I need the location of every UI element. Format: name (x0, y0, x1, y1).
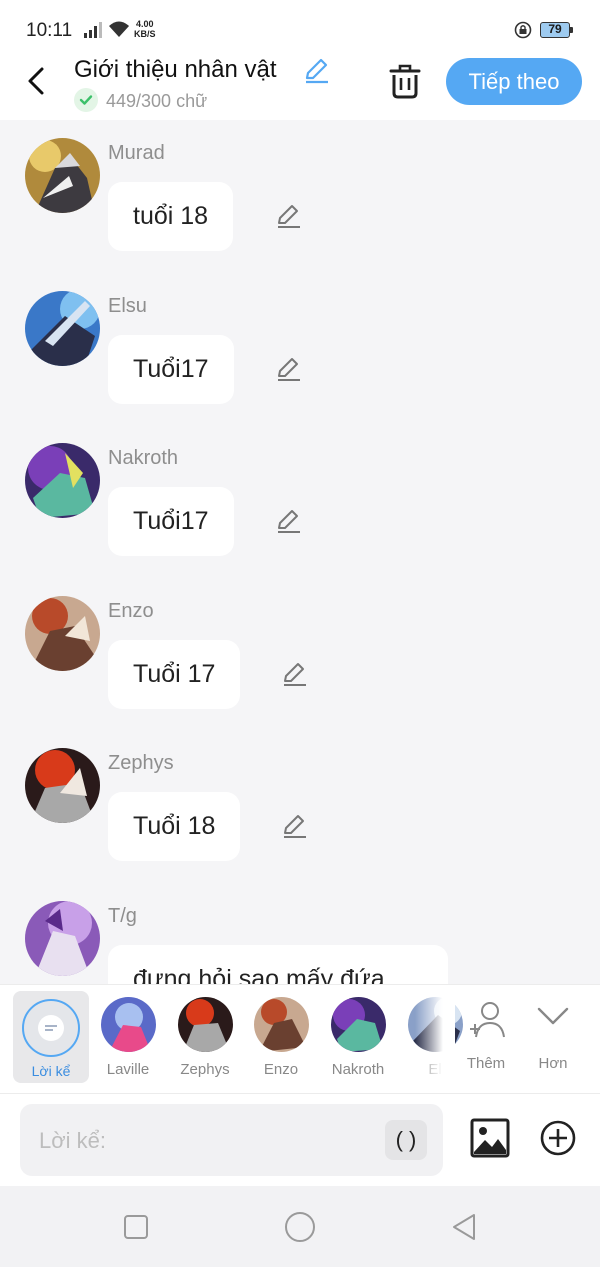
check-icon (74, 88, 98, 112)
message-bubble[interactable]: Tuổi 17 (108, 640, 241, 709)
character-label: Zephys (180, 1061, 230, 1078)
avatar[interactable] (25, 901, 100, 976)
network-speed: 4.00 KB/S (134, 19, 156, 39)
status-time: 10:11 (26, 20, 73, 41)
edit-icon[interactable] (274, 355, 302, 383)
recent-apps-icon[interactable] (124, 1215, 148, 1239)
character-name: Zephys (108, 752, 174, 774)
edit-icon[interactable] (274, 507, 302, 535)
expand-label: Hơn (538, 1055, 568, 1072)
home-icon[interactable] (285, 1212, 315, 1242)
list-item: T/g đựng hỏi sao mấy đứa (0, 883, 600, 984)
page-title: Giới thiệu nhân vật (74, 56, 277, 83)
story-message-list[interactable]: Murad tuổi 18 Elsu Tuổi17 Nakroth Tuổi17… (0, 120, 600, 984)
message-bubble[interactable]: đựng hỏi sao mấy đứa (108, 945, 448, 984)
list-item: Zephys Tuổi 18 (0, 730, 600, 870)
narrator-label: Lời kể (31, 1063, 71, 1079)
rotation-lock-icon (514, 21, 532, 39)
character-option-nakroth[interactable]: Nakroth (323, 997, 393, 1081)
avatar (331, 997, 386, 1052)
list-item: Enzo Tuổi 17 (0, 578, 600, 718)
composer: Lời kể: ( ) (0, 1094, 600, 1186)
next-button[interactable]: Tiếp theo (446, 58, 582, 105)
wifi-icon (109, 21, 129, 37)
avatar[interactable] (25, 748, 100, 823)
character-name: Enzo (108, 600, 154, 622)
edit-icon[interactable] (280, 812, 308, 840)
character-option-zephys[interactable]: Zephys (170, 997, 240, 1081)
list-item: Murad tuổi 18 (0, 120, 600, 260)
character-label: Laville (106, 1061, 150, 1078)
character-selector: Lời kể Laville Zephys Enzo Nakroth El (0, 984, 600, 1094)
message-bubble[interactable]: Tuổi17 (108, 487, 234, 556)
list-item: Elsu Tuổi17 (0, 273, 600, 413)
character-label: Nakroth (331, 1061, 385, 1078)
signal-icon (84, 22, 102, 38)
message-bubble[interactable]: Tuổi 18 (108, 792, 241, 861)
expand-button[interactable]: Hơn (523, 999, 583, 1079)
chevron-down-icon (537, 1007, 569, 1025)
character-name: Nakroth (108, 447, 179, 469)
edit-icon[interactable] (280, 660, 308, 688)
parentheses-button[interactable]: ( ) (385, 1120, 427, 1160)
back-icon[interactable] (22, 64, 52, 98)
character-option-laville[interactable]: Laville (93, 997, 163, 1081)
trash-icon[interactable] (388, 62, 422, 100)
avatar (178, 997, 233, 1052)
battery-indicator: 79 (540, 22, 573, 38)
character-name: T/g (108, 905, 137, 927)
character-name: Elsu (108, 295, 147, 317)
avatar[interactable] (25, 291, 100, 366)
character-name: Murad (108, 142, 165, 164)
avatar (101, 997, 156, 1052)
narrator-icon (22, 999, 80, 1057)
message-bubble[interactable]: Tuổi17 (108, 335, 234, 404)
add-person-icon (470, 1002, 505, 1038)
word-count: 449/300 chữ (106, 91, 208, 111)
character-option-enzo[interactable]: Enzo (246, 997, 316, 1081)
avatar[interactable] (25, 596, 100, 671)
add-character-label: Thêm (466, 1055, 506, 1072)
add-character-button[interactable]: Thêm (456, 999, 516, 1079)
status-bar: 10:11 4.00 KB/S 79 (0, 0, 600, 56)
character-label: Enzo (263, 1061, 299, 1078)
message-bubble[interactable]: tuổi 18 (108, 182, 234, 251)
nav-back-icon[interactable] (450, 1212, 478, 1242)
avatar[interactable] (25, 443, 100, 518)
edit-title-icon[interactable] (302, 56, 330, 84)
input-placeholder: Lời kể: (39, 1128, 107, 1153)
narration-input[interactable]: Lời kể: ( ) (20, 1104, 443, 1176)
image-icon[interactable] (470, 1118, 510, 1158)
list-item: Nakroth Tuổi17 (0, 425, 600, 565)
avatar (254, 997, 309, 1052)
strip-fade (415, 985, 455, 1093)
avatar[interactable] (25, 138, 100, 213)
system-nav-bar (0, 1186, 600, 1267)
header: Giới thiệu nhân vật 449/300 chữ Tiếp the… (0, 56, 600, 120)
add-circle-icon[interactable] (540, 1120, 576, 1156)
narrator-option[interactable]: Lời kể (13, 991, 89, 1083)
edit-icon[interactable] (274, 202, 302, 230)
